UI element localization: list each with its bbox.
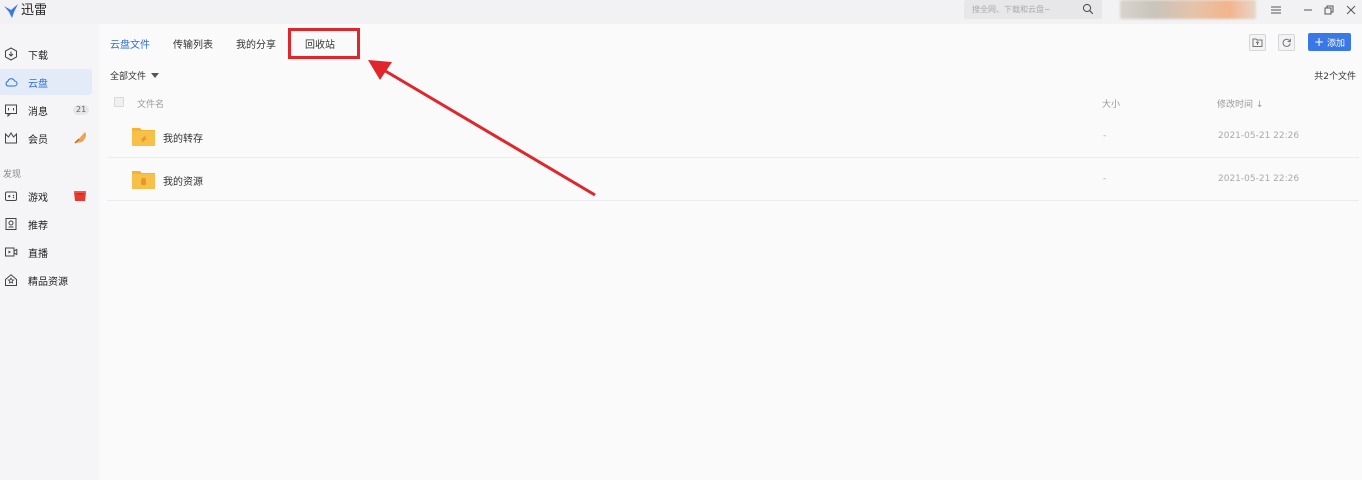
sidebar-item-live[interactable]: 直播 <box>0 239 92 265</box>
title-bar: 迅雷 <box>0 0 1362 24</box>
download-icon <box>4 47 18 61</box>
refresh-icon <box>1282 38 1291 47</box>
sidebar-item-premium-resources[interactable]: 精品资源 <box>0 267 92 293</box>
search-input[interactable] <box>972 3 1082 16</box>
message-count-badge: 21 <box>73 105 90 115</box>
sidebar-item-label: 直播 <box>28 248 48 260</box>
search-icon[interactable] <box>1082 3 1094 15</box>
file-modified-time: 2021-05-21 22:26 <box>1218 174 1300 184</box>
folder-icon <box>132 171 155 189</box>
table-row[interactable]: 我的资源 - 2021-05-21 22:26 <box>107 158 1359 201</box>
sidebar-item-label: 下载 <box>28 50 48 62</box>
column-header-modified[interactable]: 修改时间 ↓ <box>1217 97 1263 110</box>
file-filter-dropdown[interactable]: 全部文件 <box>110 69 160 82</box>
add-button[interactable]: + 添加 <box>1308 33 1351 51</box>
recycle-bin-highlight <box>288 28 360 59</box>
sidebar-item-label: 推荐 <box>28 220 48 232</box>
sidebar-item-recommend[interactable]: 推荐 <box>0 211 92 237</box>
column-header-name[interactable]: 文件名 <box>137 97 164 110</box>
discover-section-label: 发现 <box>3 170 22 180</box>
red-envelope-icon[interactable] <box>72 188 88 204</box>
restore-icon[interactable] <box>1322 3 1336 17</box>
minimize-icon[interactable] <box>1301 3 1315 17</box>
sidebar-item-messages[interactable]: 消息 21 <box>0 97 92 123</box>
live-video-icon <box>4 245 18 259</box>
menu-icon[interactable] <box>1269 3 1283 17</box>
sidebar: 下载 云盘 消息 21 会员 发现 游戏 推荐 直播 精品资源 <box>0 24 99 480</box>
user-profile-area[interactable] <box>1120 0 1256 19</box>
upload-icon <box>1252 38 1263 47</box>
tab-my-shares[interactable]: 我的分享 <box>236 36 276 51</box>
cloud-drive-panel: 云盘文件 传输列表 我的分享 回收站 + 添加 全部文件 共2个文件 文件名 大… <box>99 24 1362 480</box>
caret-down-icon <box>151 72 160 78</box>
column-header-size[interactable]: 大小 <box>1102 97 1120 110</box>
app-title: 迅雷 <box>21 3 48 18</box>
sidebar-item-label: 精品资源 <box>28 276 68 288</box>
sidebar-item-download[interactable]: 下载 <box>0 41 92 67</box>
file-name[interactable]: 我的转存 <box>163 130 203 145</box>
thunder-bird-icon <box>4 4 18 18</box>
tab-transfer-list[interactable]: 传输列表 <box>173 36 213 51</box>
premium-house-icon <box>4 273 18 287</box>
refresh-button[interactable] <box>1278 34 1295 51</box>
close-icon[interactable] <box>1344 3 1358 17</box>
gamepad-icon <box>4 189 18 203</box>
file-name[interactable]: 我的资源 <box>163 173 203 188</box>
file-size: - <box>1103 174 1107 184</box>
upload-button[interactable] <box>1249 34 1266 51</box>
message-icon <box>4 103 18 117</box>
file-size: - <box>1103 131 1107 141</box>
vip-promo-icon[interactable] <box>72 130 88 146</box>
sidebar-item-games[interactable]: 游戏 <box>0 183 92 209</box>
sidebar-item-cloud[interactable]: 云盘 <box>0 69 92 95</box>
sidebar-item-label: 云盘 <box>28 78 48 90</box>
tab-cloud-files[interactable]: 云盘文件 <box>110 36 150 51</box>
cloud-icon <box>4 75 18 89</box>
app-logo: 迅雷 <box>3 3 47 19</box>
plus-icon: + <box>1313 35 1325 49</box>
search-box[interactable] <box>964 0 1102 19</box>
sidebar-item-label: 消息 <box>28 106 48 118</box>
folder-icon <box>132 128 155 146</box>
crown-icon <box>4 131 18 145</box>
add-button-label: 添加 <box>1327 38 1346 49</box>
file-count: 共2个文件 <box>1314 72 1356 82</box>
sidebar-item-vip[interactable]: 会员 <box>0 125 92 151</box>
sidebar-item-label: 会员 <box>28 134 48 146</box>
file-modified-time: 2021-05-21 22:26 <box>1218 131 1300 141</box>
select-all-checkbox[interactable] <box>114 97 124 107</box>
recommend-icon <box>4 217 18 231</box>
sidebar-item-label: 游戏 <box>28 192 48 204</box>
file-filter-label: 全部文件 <box>110 72 147 82</box>
table-row[interactable]: 我的转存 - 2021-05-21 22:26 <box>107 115 1359 158</box>
